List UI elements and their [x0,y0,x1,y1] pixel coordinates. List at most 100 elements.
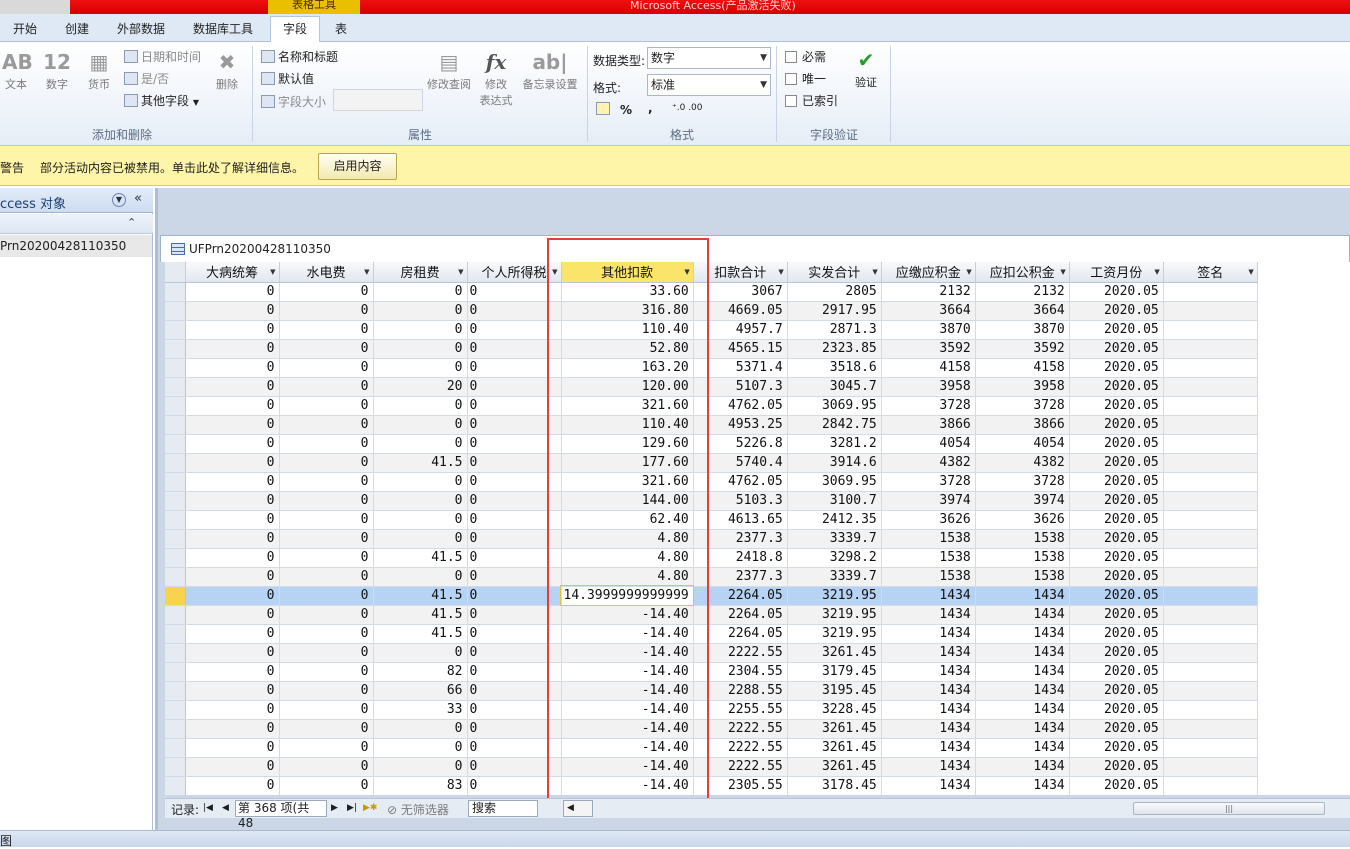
table-cell[interactable]: 3974 [975,491,1070,511]
table-cell[interactable] [1163,358,1258,378]
table-cell[interactable]: 1538 [881,548,976,568]
table-cell[interactable] [1163,738,1258,758]
name-caption-button[interactable]: 名称和标题 [261,48,338,65]
table-cell[interactable]: 1538 [881,529,976,549]
row-selector[interactable] [165,757,186,777]
datetime-field-button[interactable]: 日期和时间 [124,48,201,65]
table-row[interactable]: 0 0 0 0 -14.40 2222.55 3261.45 1434 1434 2020.05 [165,738,1258,758]
table-cell[interactable]: 3281.2 [787,434,882,454]
chevron-down-icon[interactable]: ▼ [1248,268,1253,276]
table-cell[interactable]: 2020.05 [1069,605,1164,625]
table-cell[interactable]: 0 [373,282,468,302]
table-cell[interactable] [1163,757,1258,777]
table-cell[interactable]: 1538 [881,567,976,587]
table-cell[interactable]: 41.5 [373,548,468,568]
required-checkbox[interactable]: 必需 [785,48,826,65]
row-selector[interactable] [165,719,186,739]
table-cell[interactable]: 0 [373,510,468,530]
row-selector[interactable] [165,301,186,321]
table-cell[interactable] [1163,643,1258,663]
format-select[interactable]: 标准 ▼ [647,74,771,96]
table-cell[interactable] [1163,548,1258,568]
field-size-input[interactable] [333,89,423,111]
table-cell[interactable]: 2020.05 [1069,415,1164,435]
table-cell[interactable]: 2020.05 [1069,377,1164,397]
column-header[interactable]: 水电费 ▼ [279,262,374,283]
table-cell[interactable]: 0 [373,320,468,340]
table-cell[interactable]: 4054 [975,434,1070,454]
quick-access-toolbar[interactable] [0,0,70,14]
tab-external-data[interactable]: 外部数据 [108,17,174,42]
chevron-down-icon[interactable]: ▼ [458,268,463,276]
table-cell[interactable]: 0 [279,339,374,359]
table-cell[interactable]: 3592 [881,339,976,359]
table-cell[interactable]: 2020.05 [1069,567,1164,587]
table-cell[interactable]: 3664 [975,301,1070,321]
column-header[interactable]: 实发合计 ▼ [787,262,882,283]
table-cell[interactable]: 0 [373,529,468,549]
table-cell[interactable]: 3045.7 [787,377,882,397]
table-cell[interactable]: 2020.05 [1069,320,1164,340]
table-row[interactable]: 0 0 0 0 129.60 5226.8 3281.2 4054 4054 2020.05 [165,434,1258,454]
default-value-button[interactable]: 默认值 [261,70,314,87]
table-cell[interactable] [1163,510,1258,530]
column-header[interactable]: 签名 ▼ [1163,262,1258,283]
table-cell[interactable]: 0 [185,282,280,302]
number-field-button[interactable]: 12 数字 [42,48,72,92]
row-selector[interactable] [165,681,186,701]
table-row[interactable]: 0 0 41.5 0 177.60 5740.4 3914.6 4382 4382 2020.05 [165,453,1258,473]
table-cell[interactable]: 2842.75 [787,415,882,435]
table-cell[interactable]: 0 [279,301,374,321]
horizontal-scrollbar-thumb[interactable]: ||| [1133,802,1325,815]
table-cell[interactable]: 0 [279,719,374,739]
column-header[interactable]: 房租费 ▼ [373,262,468,283]
table-cell[interactable]: 2020.05 [1069,301,1164,321]
table-cell[interactable]: 0 [185,662,280,682]
table-row[interactable]: 0 0 0 0 33.60 3067 2805 2132 2132 2020.05 [165,282,1258,302]
chevron-up-icon[interactable]: ⌃ [127,216,136,229]
table-cell[interactable]: 3219.95 [787,624,882,644]
table-cell[interactable]: 0 [373,738,468,758]
table-cell[interactable]: 3179.45 [787,662,882,682]
table-cell[interactable]: 3261.45 [787,643,882,663]
table-cell[interactable] [1163,719,1258,739]
table-row[interactable]: 0 0 83 0 -14.40 2305.55 3178.45 1434 1434 2020.05 [165,776,1258,795]
table-cell[interactable]: 0 [373,301,468,321]
table-row[interactable]: 0 0 0 0 -14.40 2222.55 3261.45 1434 1434 2020.05 [165,643,1258,663]
table-cell[interactable]: 3870 [975,320,1070,340]
table-cell[interactable] [1163,529,1258,549]
table-cell[interactable]: 2805 [787,282,882,302]
table-cell[interactable]: 4158 [881,358,976,378]
table-cell[interactable]: 0 [373,358,468,378]
table-cell[interactable]: 3592 [975,339,1070,359]
table-cell[interactable]: 2020.05 [1069,453,1164,473]
table-cell[interactable]: 1434 [975,662,1070,682]
table-cell[interactable]: 0 [279,282,374,302]
table-row[interactable]: 0 0 0 0 -14.40 2222.55 3261.45 1434 1434 2020.05 [165,719,1258,739]
first-record-button[interactable]: |◀ [203,803,213,813]
increase-decimals-button[interactable]: ⁺.0 .00 [672,103,703,113]
table-row[interactable]: 0 0 0 0 4.80 2377.3 3339.7 1538 1538 2020.05 [165,567,1258,587]
table-cell[interactable]: 4382 [975,453,1070,473]
table-cell[interactable]: 3974 [881,491,976,511]
table-cell[interactable]: 0 [185,358,280,378]
table-cell[interactable]: 3339.7 [787,529,882,549]
chevron-down-icon[interactable]: ▼ [872,268,877,276]
table-cell[interactable]: 3069.95 [787,396,882,416]
table-cell[interactable]: 0 [185,301,280,321]
table-cell[interactable]: 0 [185,472,280,492]
table-cell[interactable]: 0 [185,624,280,644]
table-cell[interactable]: 4382 [881,453,976,473]
more-fields-button[interactable]: 其他字段 ▼ [124,92,199,109]
row-selector[interactable] [165,643,186,663]
table-cell[interactable]: 3626 [975,510,1070,530]
table-cell[interactable]: 1434 [975,700,1070,720]
tab-fields[interactable]: 字段 [270,16,320,43]
previous-record-button[interactable]: ◀ [222,803,229,813]
modify-lookups-button[interactable]: ▤ 修改查阅 [424,48,474,92]
table-cell[interactable]: 0 [185,586,280,606]
table-cell[interactable]: 2020.05 [1069,510,1164,530]
table-cell[interactable]: 2020.05 [1069,700,1164,720]
row-selector[interactable] [165,738,186,758]
table-cell[interactable] [1163,662,1258,682]
